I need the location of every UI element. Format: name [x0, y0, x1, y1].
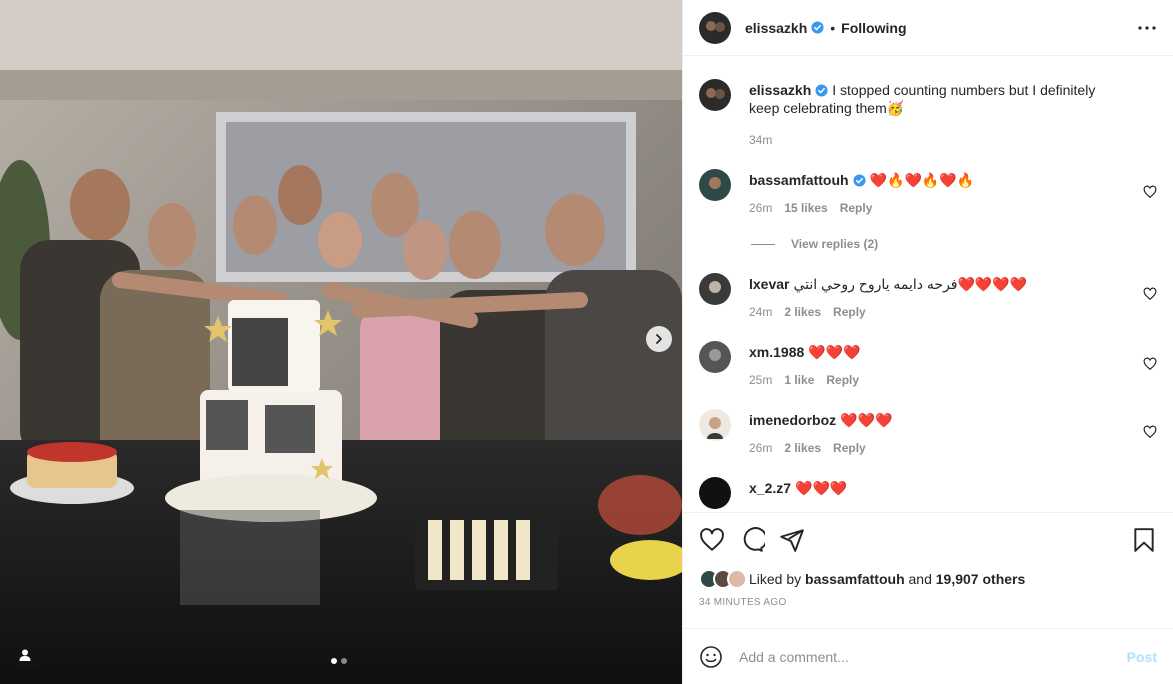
comment-text: فرحه دايمه ياروح روحي انتي❤️❤️❤️❤️	[793, 276, 1028, 292]
comment-username[interactable]: xm.1988	[749, 344, 804, 360]
comment-time: 24m	[749, 305, 773, 319]
comment-item: xm.1988 ❤️❤️❤️ 25m 1 like Reply	[699, 321, 1157, 389]
post-timestamp[interactable]: 34 MINUTES AGO	[699, 597, 1157, 608]
view-replies-label: View replies (2)	[791, 237, 879, 251]
liked-by-prefix: Liked by	[749, 571, 802, 587]
comment-likes[interactable]: 15 likes	[784, 199, 827, 217]
commenter-avatar[interactable]	[699, 169, 731, 201]
tagged-users-button[interactable]	[10, 640, 40, 670]
comment-likes[interactable]: 1 like	[784, 371, 814, 389]
heart-icon[interactable]	[1143, 287, 1157, 301]
divider-line	[751, 243, 775, 245]
comment-item: lxevar فرحه دايمه ياروح روحي انتي❤️❤️❤️❤️…	[699, 251, 1157, 321]
likes-summary: Liked by bassamfattouh and 19,907 others	[699, 569, 1157, 589]
carousel-dot-active	[331, 658, 337, 664]
commenter-avatar[interactable]	[699, 341, 731, 373]
comment-text: ❤️❤️❤️	[840, 412, 893, 428]
share-icon[interactable]	[779, 527, 805, 553]
comment-text: ❤️🔥❤️🔥❤️🔥	[869, 172, 975, 188]
emoji-icon[interactable]	[699, 645, 723, 669]
following-button[interactable]: Following	[841, 20, 906, 36]
verified-badge-icon	[811, 21, 824, 34]
carousel-indicator	[331, 658, 347, 664]
comment-text: ❤️❤️❤️	[795, 480, 848, 496]
liked-by-and: and	[908, 571, 932, 587]
liker-avatar	[727, 569, 747, 589]
author-avatar[interactable]	[699, 79, 731, 111]
verified-badge-icon	[815, 84, 828, 97]
caption-time: 34m	[749, 133, 773, 147]
heart-icon[interactable]	[1143, 357, 1157, 371]
heart-icon[interactable]	[1143, 185, 1157, 199]
author-avatar[interactable]	[699, 11, 731, 44]
liked-by-user[interactable]: bassamfattouh	[805, 571, 905, 587]
verified-badge-icon	[853, 174, 866, 187]
comment-time: 25m	[749, 373, 773, 387]
comments-list[interactable]: elissazkh I stopped counting numbers but …	[683, 57, 1173, 512]
more-icon	[1138, 26, 1156, 30]
header-separator: •	[830, 19, 836, 36]
comment-time: 26m	[749, 201, 773, 215]
liker-avatars	[699, 569, 747, 589]
party-photo	[0, 0, 682, 684]
heart-icon[interactable]	[1143, 425, 1157, 439]
reply-button[interactable]: Reply	[840, 199, 873, 217]
reply-button[interactable]: Reply	[833, 303, 866, 321]
comment-item: x_2.z7 ❤️❤️❤️	[699, 457, 1157, 509]
post-sidebar: elissazkh • Following elissazkh I stopped	[682, 0, 1173, 684]
comment-username[interactable]: imenedorboz	[749, 412, 836, 428]
user-tag-icon	[19, 649, 31, 661]
bookmark-icon[interactable]	[1131, 527, 1157, 553]
post-actions: Liked by bassamfattouh and 19,907 others…	[683, 512, 1173, 628]
caption: elissazkh I stopped counting numbers but …	[699, 57, 1157, 149]
comment-likes[interactable]: 2 likes	[784, 439, 821, 457]
comment-input[interactable]	[739, 648, 1127, 665]
comment-username[interactable]: bassamfattouh	[749, 172, 849, 188]
commenter-avatar[interactable]	[699, 273, 731, 305]
commenter-avatar[interactable]	[699, 409, 731, 441]
comment-text: ❤️❤️❤️	[808, 344, 861, 360]
comment-item: bassamfattouh ❤️🔥❤️🔥❤️🔥 26m 15 likes Repl…	[699, 149, 1157, 217]
caption-username[interactable]: elissazkh	[749, 82, 811, 98]
view-replies-button[interactable]: View replies (2)	[751, 237, 1157, 251]
reply-button[interactable]: Reply	[833, 439, 866, 457]
post-media[interactable]	[0, 0, 682, 684]
comment-icon[interactable]	[739, 527, 765, 553]
author-username[interactable]: elissazkh	[745, 20, 807, 36]
post-comment-button[interactable]: Post	[1127, 649, 1157, 665]
add-comment-bar: Post	[683, 628, 1173, 684]
heart-icon[interactable]	[699, 527, 725, 553]
comment-username[interactable]: x_2.z7	[749, 480, 791, 496]
reply-button[interactable]: Reply	[826, 371, 859, 389]
post-header: elissazkh • Following	[683, 0, 1173, 56]
chevron-right-icon	[656, 334, 662, 344]
comment-time: 26m	[749, 441, 773, 455]
comment-item: imenedorboz ❤️❤️❤️ 26m 2 likes Reply	[699, 389, 1157, 457]
comment-username[interactable]: lxevar	[749, 276, 789, 292]
more-options-button[interactable]	[1135, 16, 1159, 40]
liked-by-others[interactable]: 19,907 others	[936, 571, 1026, 587]
carousel-dot	[341, 658, 347, 664]
next-image-button[interactable]	[646, 326, 672, 352]
comment-likes[interactable]: 2 likes	[784, 303, 821, 321]
commenter-avatar[interactable]	[699, 477, 731, 509]
